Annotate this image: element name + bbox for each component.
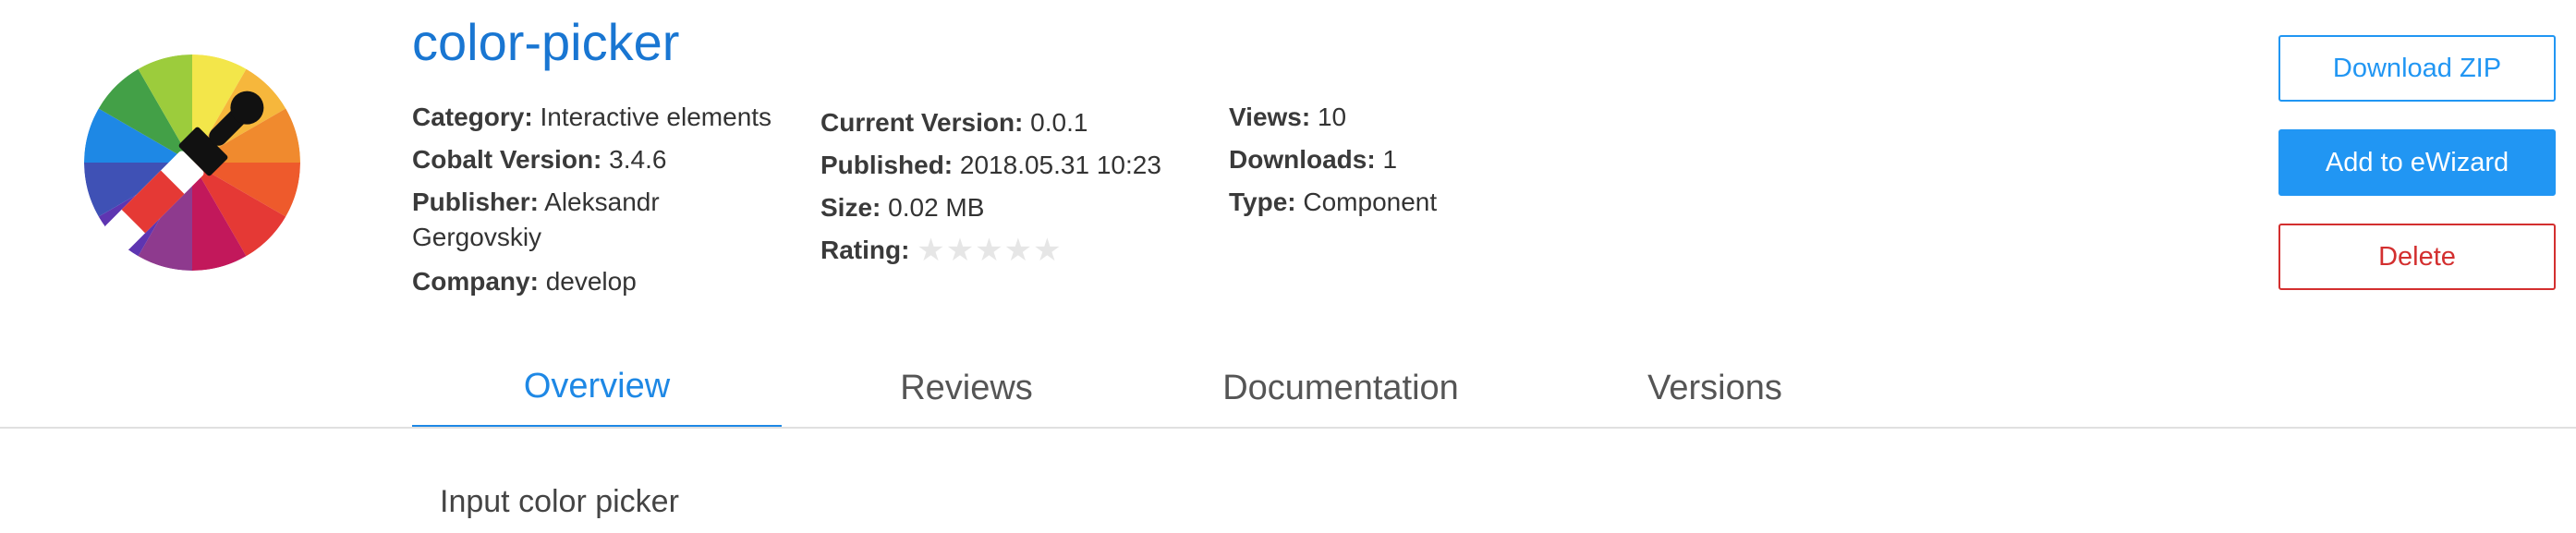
meta-value: 2018.05.31 10:23 (959, 151, 1161, 179)
component-logo (81, 52, 303, 273)
star-icon[interactable]: ★ (917, 235, 944, 266)
rating-stars[interactable]: ★★★★★ (917, 231, 1062, 273)
meta-value: 10 (1317, 103, 1347, 131)
meta-label: Views: (1229, 103, 1311, 131)
meta-value: Interactive elements (540, 103, 772, 131)
meta-label: Cobalt Version: (412, 145, 602, 174)
meta-type: Type: Component (1229, 181, 1598, 224)
meta-current-version: Current Version: 0.0.1 (820, 102, 1199, 144)
meta-label: Size: (820, 193, 881, 222)
meta-label: Publisher: (412, 188, 539, 216)
overview-description: Input color picker (440, 484, 679, 519)
meta-downloads: Downloads: 1 (1229, 139, 1598, 181)
meta-label: Published: (820, 151, 954, 179)
meta-publisher: Publisher: Aleksandr Gergovskiy (412, 185, 791, 255)
meta-label: Current Version: (820, 108, 1024, 137)
delete-button[interactable]: Delete (2278, 224, 2556, 290)
meta-category: Category: Interactive elements (412, 96, 791, 139)
meta-middle: Current Version: 0.0.1 Published: 2018.0… (820, 102, 1199, 273)
meta-label: Rating: (820, 236, 910, 264)
meta-value: 0.02 MB (888, 193, 985, 222)
tab-overview[interactable]: Overview (412, 347, 782, 429)
meta-value: 1 (1382, 145, 1398, 174)
tab-reviews[interactable]: Reviews (782, 347, 1151, 429)
star-icon[interactable]: ★ (1004, 235, 1032, 266)
meta-views: Views: 10 (1229, 96, 1598, 139)
tab-versions[interactable]: Versions (1530, 347, 1900, 429)
meta-value: 0.0.1 (1030, 108, 1088, 137)
tab-documentation[interactable]: Documentation (1151, 347, 1530, 429)
meta-rating: Rating: ★★★★★ (820, 229, 1199, 273)
component-title: color-picker (412, 13, 680, 71)
meta-cobalt-version: Cobalt Version: 3.4.6 (412, 139, 791, 181)
meta-value: Component (1303, 188, 1438, 216)
download-zip-button[interactable]: Download ZIP (2278, 35, 2556, 102)
meta-size: Size: 0.02 MB (820, 187, 1199, 229)
tabs-divider (0, 427, 2576, 429)
color-picker-icon (84, 55, 300, 271)
meta-value: 3.4.6 (609, 145, 667, 174)
meta-company: Company: develop (412, 260, 791, 303)
meta-label: Category: (412, 103, 533, 131)
star-icon[interactable]: ★ (946, 235, 974, 266)
meta-published: Published: 2018.05.31 10:23 (820, 144, 1199, 187)
add-to-ewizard-button[interactable]: Add to eWizard (2278, 129, 2556, 196)
meta-value: develop (545, 267, 637, 296)
meta-right: Views: 10 Downloads: 1 Type: Component (1229, 96, 1598, 224)
meta-label: Company: (412, 267, 539, 296)
meta-label: Downloads: (1229, 145, 1376, 174)
star-icon[interactable]: ★ (975, 235, 1002, 266)
meta-left: Category: Interactive elements Cobalt Ve… (412, 96, 791, 303)
meta-label: Type: (1229, 188, 1296, 216)
star-icon[interactable]: ★ (1033, 235, 1061, 266)
